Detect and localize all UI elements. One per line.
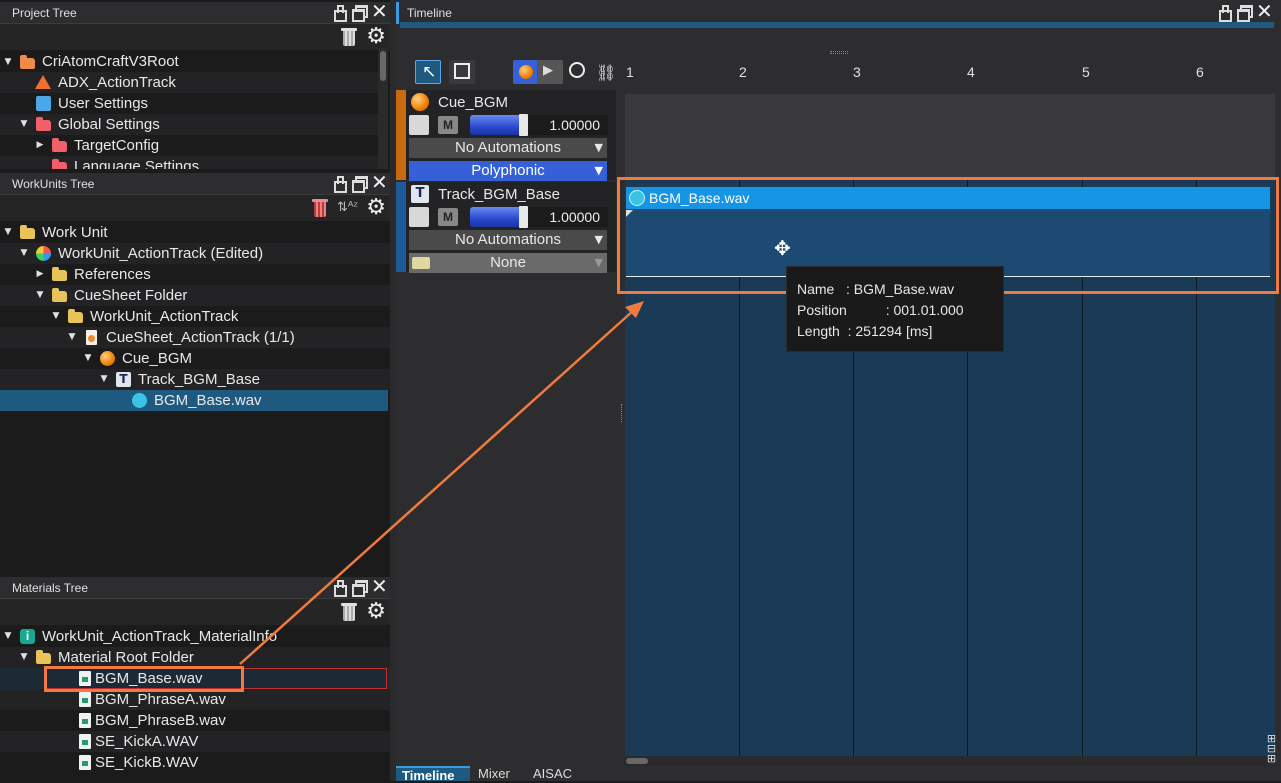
annotation-arrow — [239, 301, 644, 665]
